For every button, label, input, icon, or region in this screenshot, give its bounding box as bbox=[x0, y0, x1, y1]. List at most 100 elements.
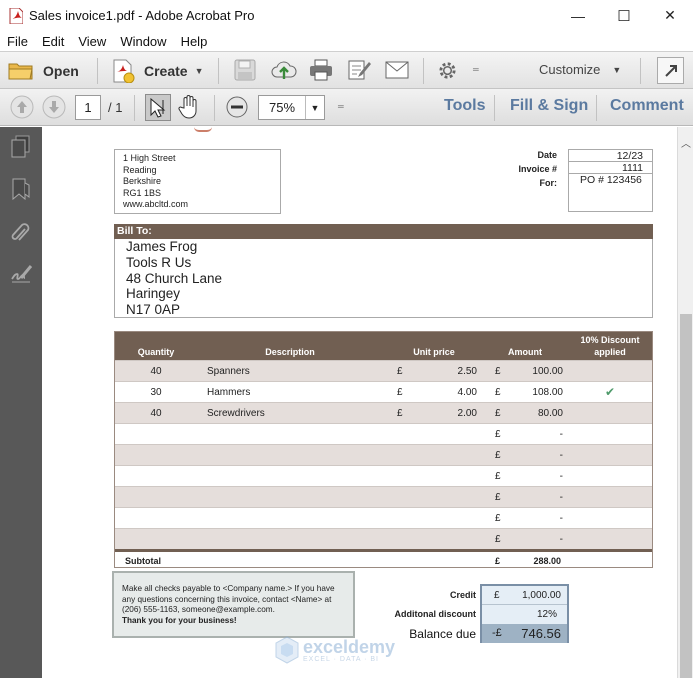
balance-value: 746.56 bbox=[521, 626, 561, 641]
credit-currency: £ bbox=[494, 590, 500, 601]
create-button[interactable]: Create ▼ bbox=[111, 58, 204, 84]
table-row: 40 Spanners £2.50 £100.00 bbox=[115, 360, 652, 381]
email-button[interactable] bbox=[385, 61, 409, 79]
open-label: Open bbox=[43, 63, 79, 79]
table-row: 30 Hammers £4.00 £108.00 ✔ bbox=[115, 381, 652, 402]
toolbar-divider bbox=[134, 95, 135, 121]
cell-amount-currency: £ bbox=[495, 366, 501, 377]
table-row: £ - bbox=[115, 444, 652, 465]
settings-button[interactable] bbox=[438, 61, 457, 80]
col-discount-line1: 10% Discount bbox=[580, 335, 640, 345]
paperclip-icon[interactable] bbox=[10, 221, 32, 245]
cell-amount-currency: £ bbox=[495, 387, 501, 398]
table-row: 40 Screwdrivers £2.00 £80.00 bbox=[115, 402, 652, 423]
zoom-value: 75% bbox=[268, 100, 296, 115]
upload-cloud-button[interactable] bbox=[271, 59, 297, 81]
edit-document-button[interactable] bbox=[347, 59, 371, 81]
select-tool-button[interactable] bbox=[145, 94, 171, 121]
cell-description: Hammers bbox=[207, 387, 251, 398]
toolbar-divider bbox=[640, 58, 641, 84]
subtotal-value: 288.00 bbox=[533, 556, 561, 566]
document-viewer[interactable]: 1 High Street Reading Berkshire RG1 1BS … bbox=[42, 127, 677, 678]
checkmark-icon: ✔ bbox=[604, 385, 616, 399]
menu-view[interactable]: View bbox=[71, 34, 113, 49]
table-row: £ - bbox=[115, 486, 652, 507]
next-page-button[interactable] bbox=[42, 95, 66, 119]
expand-icon bbox=[664, 64, 677, 77]
cell-amount-currency: £ bbox=[495, 450, 501, 461]
main-toolbar: Open Create ▼ ═ Customize ▼ bbox=[0, 51, 693, 89]
toolbar-divider bbox=[494, 95, 495, 121]
arrow-down-icon bbox=[42, 95, 66, 119]
window-title: Sales invoice1.pdf - Adobe Acrobat Pro bbox=[29, 8, 255, 23]
table-row: £ - bbox=[115, 507, 652, 528]
watermark-tagline: EXCEL · DATA · BI bbox=[303, 655, 379, 663]
page-number-input[interactable]: 1 bbox=[75, 95, 101, 120]
cell-amount-currency: £ bbox=[495, 471, 501, 482]
cell-quantity: 40 bbox=[150, 366, 162, 377]
cell-amount-currency: £ bbox=[495, 513, 501, 524]
company-address-box: 1 High Street Reading Berkshire RG1 1BS … bbox=[114, 149, 281, 214]
create-label: Create bbox=[144, 63, 188, 79]
credit-value: 1,000.00 bbox=[522, 590, 561, 601]
for-value: PO # 123456 bbox=[580, 174, 642, 186]
logo-fragment bbox=[194, 127, 212, 132]
invoice-meta-box: 12/23 1111 PO # 123456 bbox=[568, 149, 653, 212]
print-button[interactable] bbox=[309, 59, 333, 81]
fullscreen-button[interactable] bbox=[657, 57, 684, 84]
date-label: Date bbox=[537, 150, 557, 160]
hand-tool-button[interactable] bbox=[178, 95, 200, 119]
toolbar-overflow-icon[interactable]: ═ bbox=[473, 65, 479, 74]
save-icon bbox=[234, 59, 256, 81]
comment-pane-link[interactable]: Comment bbox=[610, 97, 684, 115]
toolbar-divider bbox=[423, 58, 424, 84]
zoom-out-button[interactable] bbox=[226, 96, 248, 118]
cell-unit-price: 2.50 bbox=[457, 366, 477, 377]
menu-bar: File Edit View Window Help bbox=[0, 31, 693, 51]
maximize-button[interactable]: ☐ bbox=[601, 0, 647, 31]
toolbar-overflow-icon[interactable]: ═ bbox=[338, 102, 344, 111]
cell-amount-currency: £ bbox=[495, 429, 501, 440]
bookmarks-icon[interactable] bbox=[10, 177, 32, 201]
page-thumbnails-icon[interactable] bbox=[10, 135, 32, 159]
subtotal-label: Subtotal bbox=[125, 556, 161, 566]
cell-quantity: 40 bbox=[150, 408, 162, 419]
hand-icon bbox=[178, 95, 197, 119]
close-button[interactable]: ✕ bbox=[647, 0, 693, 31]
tools-pane-link[interactable]: Tools bbox=[444, 97, 485, 115]
col-discount-line2: applied bbox=[594, 347, 626, 357]
cell-unit-price: 4.00 bbox=[457, 387, 477, 398]
menu-edit[interactable]: Edit bbox=[35, 34, 71, 49]
scroll-up-icon[interactable]: ︿ bbox=[681, 135, 691, 150]
line-items-table: Quantity Description Unit price Amount 1… bbox=[114, 331, 653, 568]
zoom-select[interactable]: 75% ▼ bbox=[258, 95, 325, 120]
signature-icon[interactable] bbox=[10, 263, 33, 287]
table-row: £ - bbox=[115, 465, 652, 486]
address-line: www.abcltd.com bbox=[123, 199, 189, 209]
menu-file[interactable]: File bbox=[0, 34, 35, 49]
col-quantity: Quantity bbox=[137, 347, 175, 357]
minus-circle-icon bbox=[226, 96, 248, 118]
menu-window[interactable]: Window bbox=[113, 34, 173, 49]
thank-you-text: Thank you for your business! bbox=[122, 615, 237, 625]
cell-amount-currency: £ bbox=[495, 408, 501, 419]
bill-to-line: Haringey bbox=[126, 286, 181, 302]
col-description: Description bbox=[265, 347, 315, 357]
chevron-down-icon[interactable]: ▼ bbox=[305, 96, 324, 119]
save-button[interactable] bbox=[234, 59, 256, 81]
toolbar-divider bbox=[218, 58, 219, 84]
navigation-toolbar: 1 / 1 75% ▼ ═ Tools Fill & Sign Comment bbox=[0, 89, 693, 126]
cell-amount: - bbox=[559, 513, 563, 524]
edit-document-icon bbox=[348, 60, 371, 80]
menu-help[interactable]: Help bbox=[174, 34, 215, 49]
bill-to-line: James Frog bbox=[126, 239, 198, 254]
open-button[interactable]: Open bbox=[8, 58, 79, 84]
cell-amount: - bbox=[559, 471, 563, 482]
customize-dropdown[interactable]: Customize ▼ bbox=[539, 62, 621, 77]
scrollbar-thumb[interactable] bbox=[680, 314, 692, 678]
fill-sign-pane-link[interactable]: Fill & Sign bbox=[510, 97, 588, 115]
vertical-scrollbar[interactable]: ︿ bbox=[677, 127, 693, 678]
previous-page-button[interactable] bbox=[10, 95, 34, 119]
credit-row: £ 1,000.00 bbox=[482, 586, 567, 605]
minimize-button[interactable]: — bbox=[555, 0, 601, 31]
